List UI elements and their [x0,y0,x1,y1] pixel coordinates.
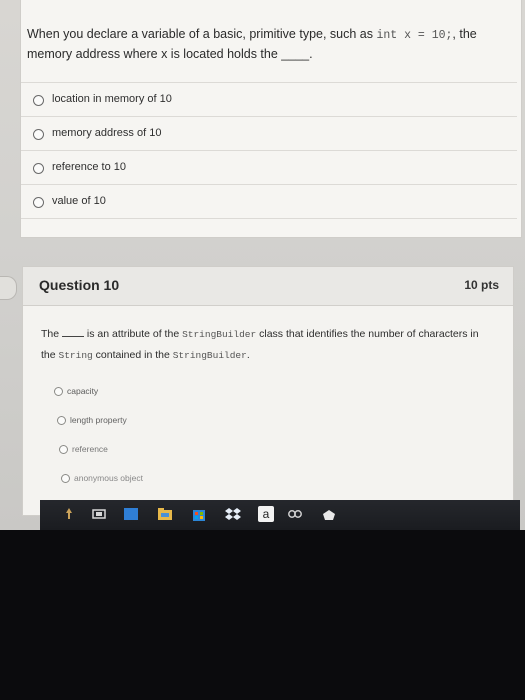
radio-button[interactable] [59,445,68,454]
answer-blank: ____ [281,47,310,61]
option-label: capacity [67,386,99,396]
option-capacity[interactable]: capacity [23,381,513,410]
question-10-header: Question 10 10 pts [23,267,513,306]
option-label: reference [72,444,108,454]
radio-button[interactable] [33,95,44,106]
bag-icon[interactable] [320,505,338,523]
question-9-text: When you declare a variable of a basic, … [27,27,477,61]
option-label: value of 10 [52,195,106,207]
question-10-text: The is an attribute of the StringBuilder… [41,327,479,361]
settings-icon[interactable] [286,505,304,523]
question-points: 10 pts [464,278,499,292]
screen: When you declare a variable of a basic, … [0,0,525,530]
option-value[interactable]: value of 10 [21,184,517,219]
radio-button[interactable] [57,416,66,425]
code-snippet: String [58,350,93,361]
radio-button[interactable] [33,163,44,174]
monitor-bezel [0,530,525,700]
radio-button[interactable] [54,387,63,396]
dropbox-icon[interactable] [224,505,242,523]
code-snippet: StringBuilder [172,350,247,361]
option-label: anonymous object [74,473,143,483]
question-9-card: When you declare a variable of a basic, … [20,0,522,238]
answer-blank [62,327,85,337]
radio-button[interactable] [33,129,44,140]
amazon-icon[interactable]: a [258,506,274,522]
edge-icon[interactable] [122,505,140,523]
option-reference[interactable]: reference [23,439,513,468]
radio-button[interactable] [33,197,44,208]
flag-question-tab[interactable] [0,276,17,300]
file-explorer-icon[interactable] [156,505,174,523]
radio-button[interactable] [61,474,70,483]
option-memory-address[interactable]: memory address of 10 [21,116,517,150]
option-reference[interactable]: reference to 10 [21,150,517,184]
question-10-card: Question 10 10 pts The is an attribute o… [22,266,514,516]
option-anonymous-object[interactable]: anonymous object [23,468,513,497]
option-label: memory address of 10 [52,127,162,139]
option-location-in-memory[interactable]: location in memory of 10 [21,82,517,116]
taskbar: a [40,500,520,530]
pin-icon[interactable] [60,505,78,523]
question-10-options: capacity length property reference anony… [23,381,513,497]
task-view-icon[interactable] [90,505,108,523]
option-label: reference to 10 [52,161,126,173]
option-label: location in memory of 10 [52,93,172,105]
store-icon[interactable] [190,505,208,523]
question-9-options: location in memory of 10 memory address … [21,82,517,219]
code-snippet: StringBuilder [182,329,257,340]
option-length-property[interactable]: length property [23,410,513,439]
question-title: Question 10 [39,277,120,293]
code-snippet: int x = 10; [376,29,453,42]
option-label: length property [70,415,127,425]
